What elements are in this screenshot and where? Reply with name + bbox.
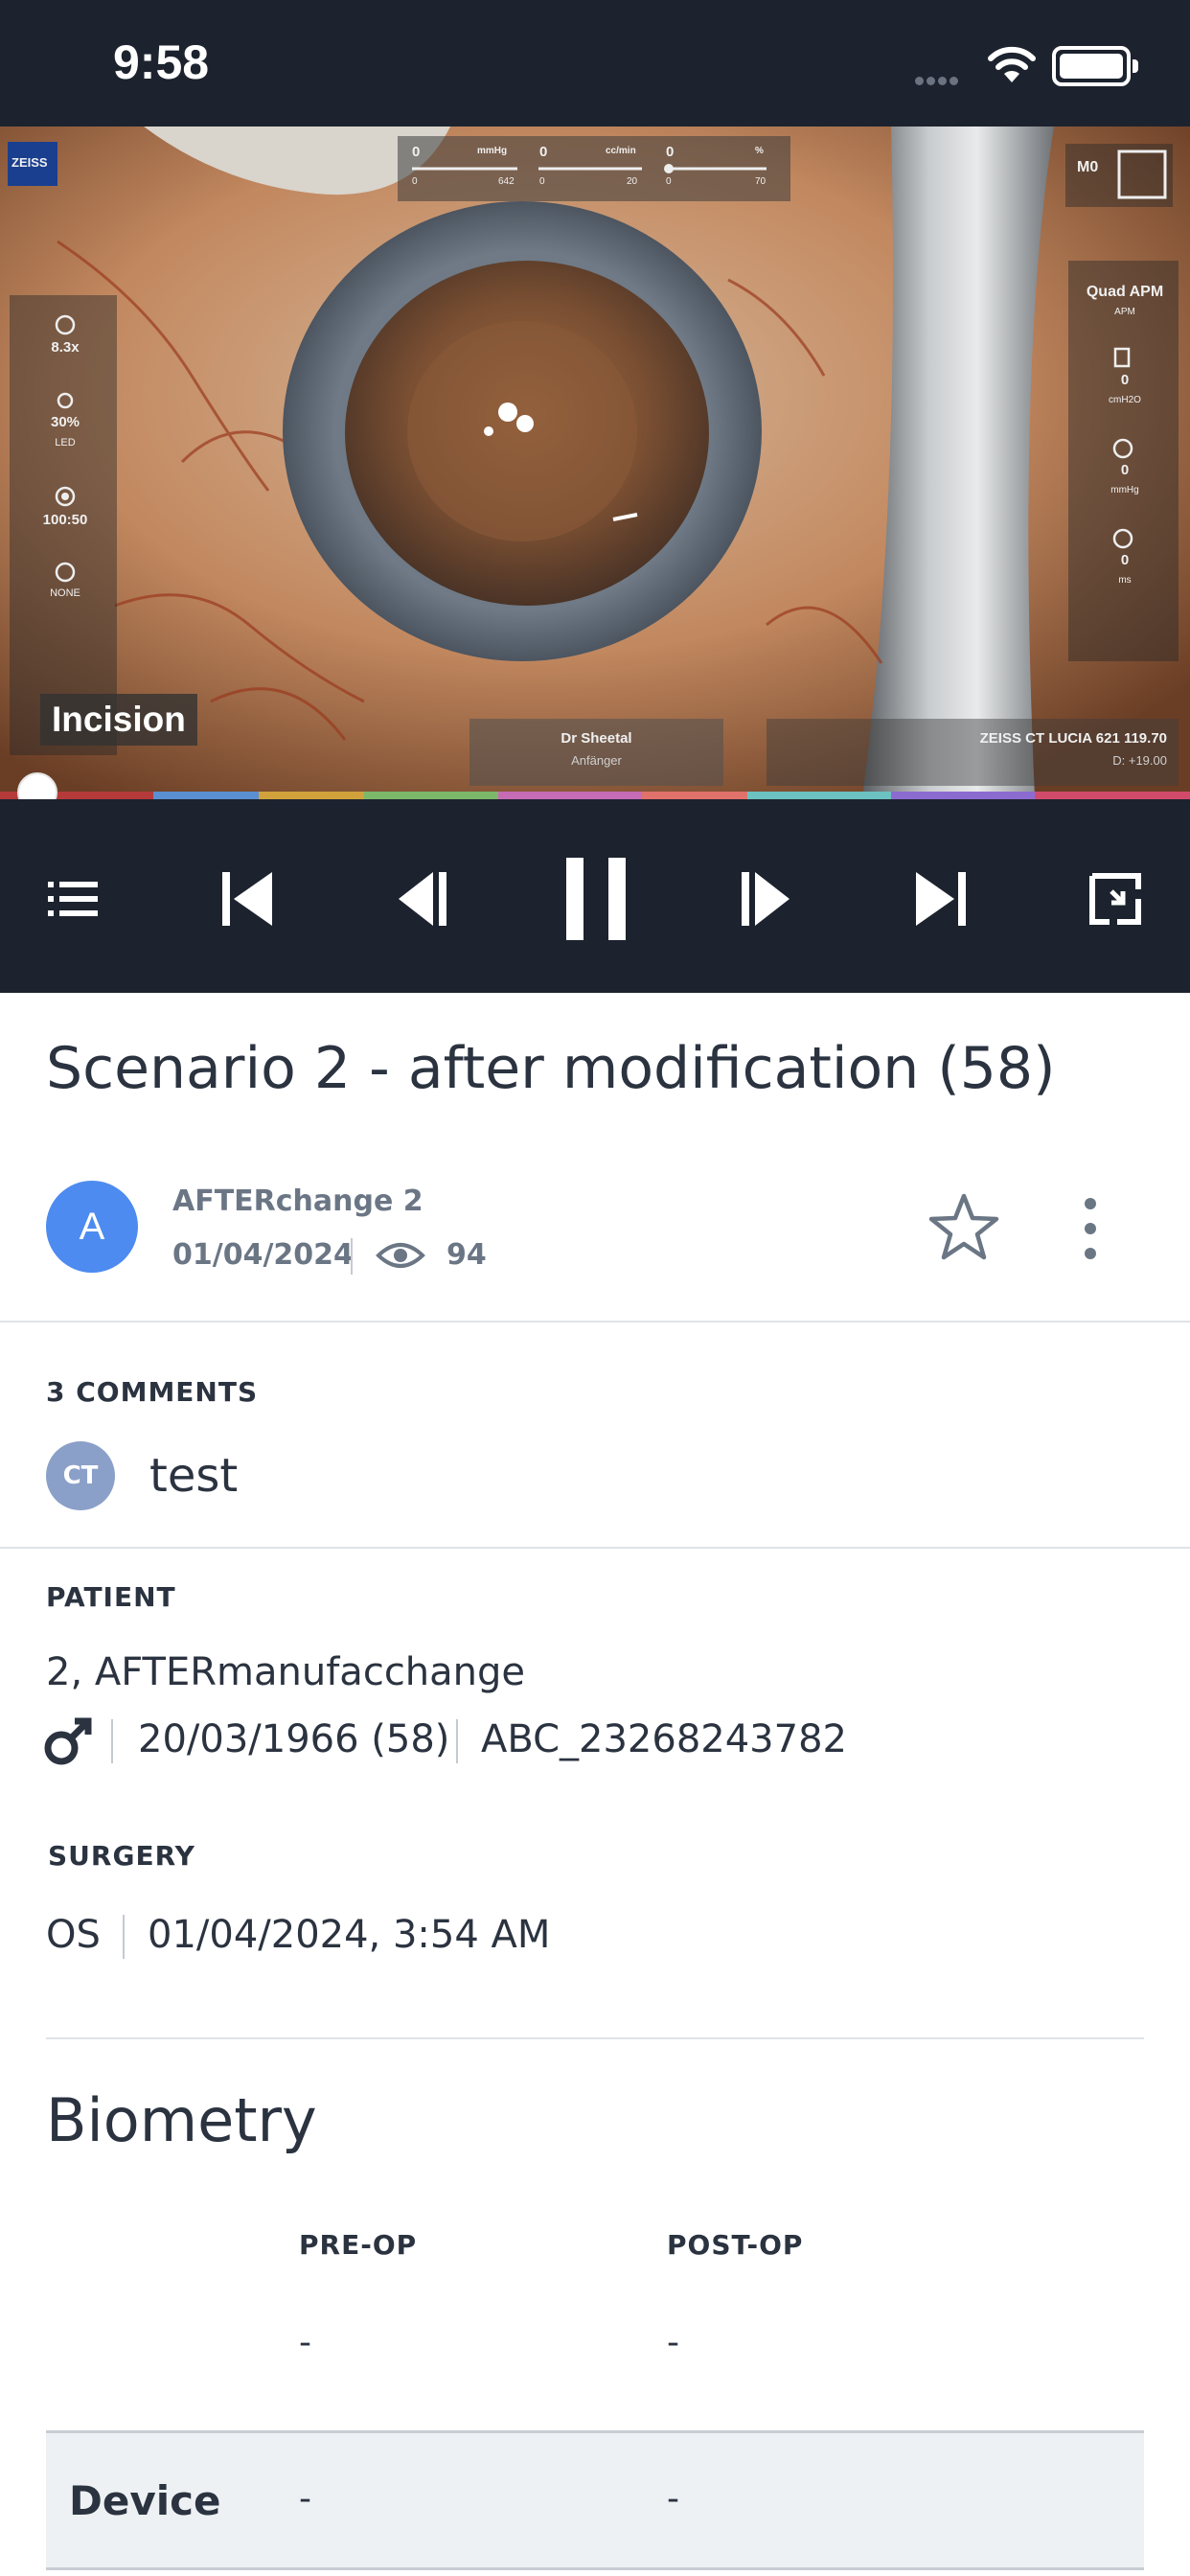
upload-date: 01/04/2024 [172, 1238, 354, 1272]
video-progress-bar[interactable] [0, 792, 1190, 799]
gauge-1-unit: mmHg [477, 146, 508, 156]
playback-controls [0, 799, 1190, 993]
gauge-2-unit: cc/min [606, 146, 636, 156]
divider [456, 1719, 458, 1763]
mode-badge: M0 [1077, 159, 1099, 175]
gauge-3-max: 70 [755, 176, 767, 187]
section-divider [0, 1321, 1190, 1322]
divider [123, 1915, 125, 1959]
comments-header[interactable]: 3 COMMENTS [46, 1376, 258, 1408]
favorite-star-icon[interactable] [927, 1192, 1000, 1265]
pause-icon[interactable] [558, 858, 634, 940]
apm-unit-3: ms [1118, 575, 1132, 586]
zeiss-logo: ZEISS [11, 155, 48, 170]
step-back-icon[interactable] [383, 861, 460, 937]
divider [111, 1719, 113, 1763]
chapter-label: Incision [40, 694, 197, 746]
gauge-1-max: 642 [498, 176, 515, 187]
more-options-icon[interactable] [1085, 1198, 1098, 1273]
preop-column-header: PRE-OP [299, 2229, 418, 2261]
author-name[interactable]: AFTERchange 2 [172, 1184, 423, 1218]
apm-unit-2: mmHg [1110, 485, 1139, 495]
device-info: ZEISS CT LUCIA 621 119.70 [979, 730, 1167, 747]
led-value: 30% [50, 414, 80, 430]
surgery-datetime: 01/04/2024, 3:54 AM [148, 1913, 551, 1957]
gauge-2-max: 20 [627, 176, 638, 187]
skip-back-icon[interactable] [209, 861, 286, 937]
postop-value: - [667, 2323, 679, 2362]
preop-value: - [299, 2323, 311, 2362]
fullscreen-toggle-icon[interactable] [1077, 861, 1154, 937]
wifi-icon [985, 46, 1039, 88]
view-count: 94 [446, 1238, 487, 1272]
apm-title: Quad APM [1086, 284, 1164, 300]
section-divider [46, 2037, 1144, 2039]
surgeon-name: Dr Sheetal [561, 730, 632, 747]
skip-forward-icon[interactable] [903, 861, 979, 937]
patient-header: PATIENT [46, 1581, 176, 1613]
gauge-2-value: 0 [539, 144, 548, 160]
surgeon-level: Anfänger [571, 753, 622, 768]
comment-text[interactable]: test [149, 1449, 238, 1503]
apm-subtitle: APM [1114, 307, 1135, 317]
apm-value-2: 0 [1120, 462, 1130, 478]
patient-name: 2, AFTERmanufacchange [46, 1650, 526, 1694]
patient-dob: 20/03/1966 (58) [138, 1717, 450, 1761]
cellular-signal-icon [915, 71, 961, 89]
surgery-header: SURGERY [48, 1840, 195, 1872]
video-title: Scenario 2 - after modification (58) [46, 1035, 1056, 1102]
male-icon [42, 1715, 94, 1771]
patient-id: ABC_23268243782 [481, 1717, 847, 1761]
postop-column-header: POST-OP [667, 2229, 804, 2261]
none-label: NONE [50, 587, 80, 599]
gauge-3-unit: % [755, 146, 764, 156]
device-info-sub: D: +19.00 [1112, 753, 1167, 768]
gauge-1-min: 0 [412, 176, 418, 187]
device-postop: - [667, 2479, 679, 2518]
chapters-list-icon[interactable] [34, 861, 111, 937]
divider [351, 1238, 353, 1275]
device-preop: - [299, 2479, 311, 2518]
biometry-title: Biometry [46, 2085, 317, 2155]
battery-icon [1052, 46, 1138, 86]
gauge-2-min: 0 [539, 176, 545, 187]
gauge-3-value: 0 [666, 144, 675, 160]
step-forward-icon[interactable] [728, 861, 805, 937]
status-time: 9:58 [113, 35, 210, 89]
commenter-avatar: CT [46, 1441, 115, 1510]
apm-unit-1: cmH2O [1109, 395, 1141, 405]
gauge-1-value: 0 [412, 144, 421, 160]
views-eye-icon [376, 1236, 425, 1278]
led-label: LED [55, 437, 76, 448]
gauge-3-min: 0 [666, 176, 672, 187]
apm-value-3: 0 [1120, 552, 1130, 568]
apm-value-1: 0 [1120, 372, 1130, 388]
author-avatar[interactable]: A [46, 1181, 138, 1273]
table-row: Device - - [46, 2430, 1144, 2570]
zoom-value: 8.3x [51, 339, 80, 356]
device-label: Device [69, 2477, 221, 2524]
section-divider [0, 1547, 1190, 1549]
surgery-eye: OS [46, 1913, 101, 1957]
focus-value: 100:50 [42, 512, 88, 528]
